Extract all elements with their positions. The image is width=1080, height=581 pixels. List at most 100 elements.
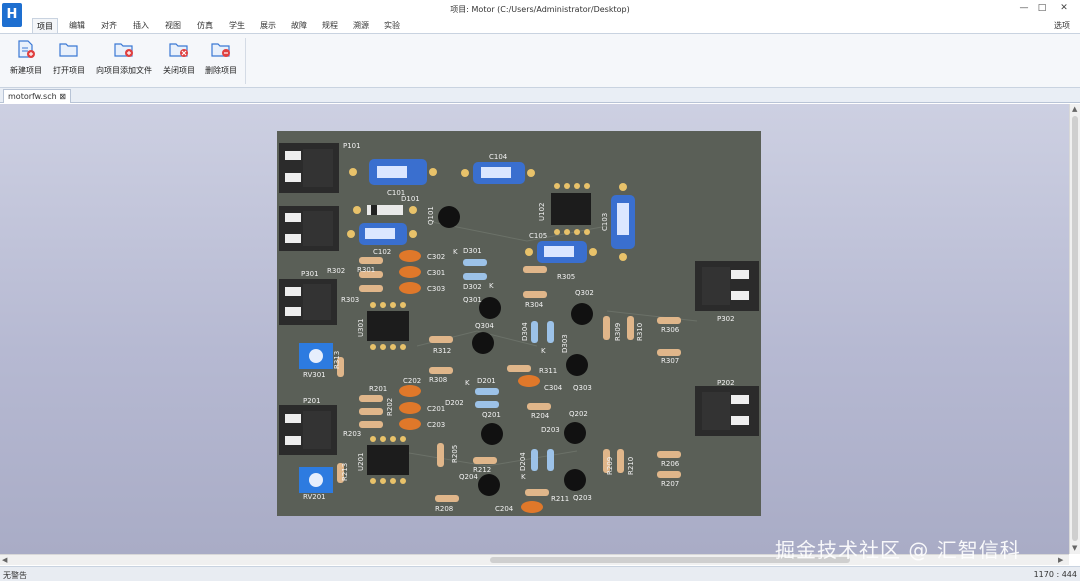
scroll-right-icon[interactable]: ▶ [1058,556,1063,564]
tab-display[interactable]: 展示 [256,18,280,33]
vertical-scroll-thumb[interactable] [1072,116,1078,541]
capacitor-c103[interactable] [611,183,635,261]
trimmer-rv301[interactable] [299,343,333,369]
scroll-up-icon[interactable]: ▲ [1072,105,1077,113]
minimize-button[interactable]: — [1016,2,1032,14]
label-d201: D201 [477,377,496,385]
add-file-button[interactable]: 向项目添加文件 [93,40,155,76]
label-r301: R301 [357,266,375,274]
tab-experiment[interactable]: 实验 [380,18,404,33]
label-d203: D203 [541,426,560,434]
delete-project-button[interactable]: 删除项目 [202,40,240,76]
label-r206: R206 [661,460,680,468]
label-c102: C102 [373,248,391,256]
tab-student[interactable]: 学生 [225,18,249,33]
ic-u201[interactable] [367,436,409,484]
ic-u102[interactable] [551,183,591,235]
label-r308: R308 [429,376,447,384]
label-q201: Q201 [482,411,501,419]
new-project-label: 新建项目 [10,66,42,75]
label-q204: Q204 [459,473,478,481]
label-q301: Q301 [463,296,482,304]
connector-p301[interactable] [279,279,337,325]
connector-p302[interactable] [695,261,759,311]
label-d101: D101 [401,195,420,203]
tab-project[interactable]: 项目 [32,18,58,33]
label-c301: C301 [427,269,445,277]
pin-mark-k2: K [489,282,494,290]
label-r211: R211 [551,495,569,503]
label-q203: Q203 [573,494,592,502]
scroll-left-icon[interactable]: ◀ [2,556,7,564]
vertical-scrollbar[interactable]: ▲ ▼ [1069,104,1080,554]
label-r307: R307 [661,357,679,365]
label-r202: R202 [386,398,394,416]
label-r205: R205 [451,445,459,463]
scroll-down-icon[interactable]: ▼ [1072,544,1077,552]
label-d302: D302 [463,283,482,291]
label-r213: R213 [341,463,349,481]
status-bar: 无警告 1170 : 444 [0,566,1080,581]
tab-simulation[interactable]: 仿真 [193,18,217,33]
label-d204: D204 [519,452,527,471]
label-r208: R208 [435,505,453,513]
label-c105: C105 [529,232,547,240]
pin-mark-k3: K [541,347,546,355]
delete-project-icon [211,43,230,57]
app-logo-icon[interactable]: H [2,3,22,27]
pin-mark-k5: K [521,473,526,481]
pcb-board[interactable]: P101 P301 P201 P302 P202 C101 C104 C102 … [277,131,761,516]
cursor-coordinates: 1170 : 444 [1033,570,1077,579]
diode-d101[interactable] [353,205,417,215]
label-d301: D301 [463,247,482,255]
ribbon-divider [245,38,246,84]
trimmer-rv201[interactable] [299,467,333,493]
capacitor-c101[interactable] [349,159,437,185]
tab-fault[interactable]: 故障 [287,18,311,33]
tab-edit[interactable]: 编辑 [65,18,89,33]
close-button[interactable]: ✕ [1056,2,1072,14]
label-c203: C203 [427,421,445,429]
label-r203: R203 [343,430,361,438]
delete-project-label: 删除项目 [205,66,237,75]
connector-p101[interactable] [279,143,339,193]
capacitor-c105[interactable] [525,241,597,263]
tab-trace[interactable]: 溯源 [349,18,373,33]
maximize-button[interactable]: □ [1034,2,1050,14]
pin-mark-k4: K [465,379,470,387]
ribbon-toolbar: 新建项目 打开项目 向项目添加文件 关闭项目 删除项目 [0,33,1080,88]
ic-u301[interactable] [367,302,409,350]
open-project-label: 打开项目 [53,66,85,75]
label-c201: C201 [427,405,445,413]
label-r312: R312 [433,347,451,355]
label-r302: R302 [327,267,345,275]
label-u102: U102 [538,203,546,221]
connector-p101b[interactable] [279,206,339,251]
close-project-icon [169,43,188,57]
open-project-button[interactable]: 打开项目 [50,40,88,76]
options-menu[interactable]: 选项 [1054,20,1070,31]
tab-insert[interactable]: 插入 [129,18,153,33]
capacitor-c104[interactable] [461,162,535,184]
label-c304: C304 [544,384,563,392]
label-r210: R210 [627,457,635,475]
tab-rules[interactable]: 规程 [318,18,342,33]
menu-bar: 项目 编辑 对齐 插入 视图 仿真 学生 展示 故障 规程 溯源 实验 选项 [0,17,1080,33]
document-tab-motorfw[interactable]: motorfw.sch ⊠ [3,89,71,103]
label-rv301: RV301 [303,371,326,379]
tab-view[interactable]: 视图 [161,18,185,33]
label-r306: R306 [661,326,680,334]
label-r201: R201 [369,385,387,393]
connector-p202[interactable] [695,386,759,436]
label-p301: P301 [301,270,319,278]
connector-p201[interactable] [279,405,337,455]
label-p302: P302 [717,315,735,323]
title-bar: 项目: Motor (C:/Users/Administrator/Deskto… [0,0,1080,18]
label-r207: R207 [661,480,679,488]
watermark: 掘金技术社区 @ 汇智信科 [775,538,1021,562]
tab-align[interactable]: 对齐 [97,18,121,33]
capacitor-c102[interactable] [347,223,417,245]
new-project-button[interactable]: 新建项目 [6,40,46,76]
label-r305: R305 [557,273,575,281]
close-project-button[interactable]: 关闭项目 [160,40,198,76]
